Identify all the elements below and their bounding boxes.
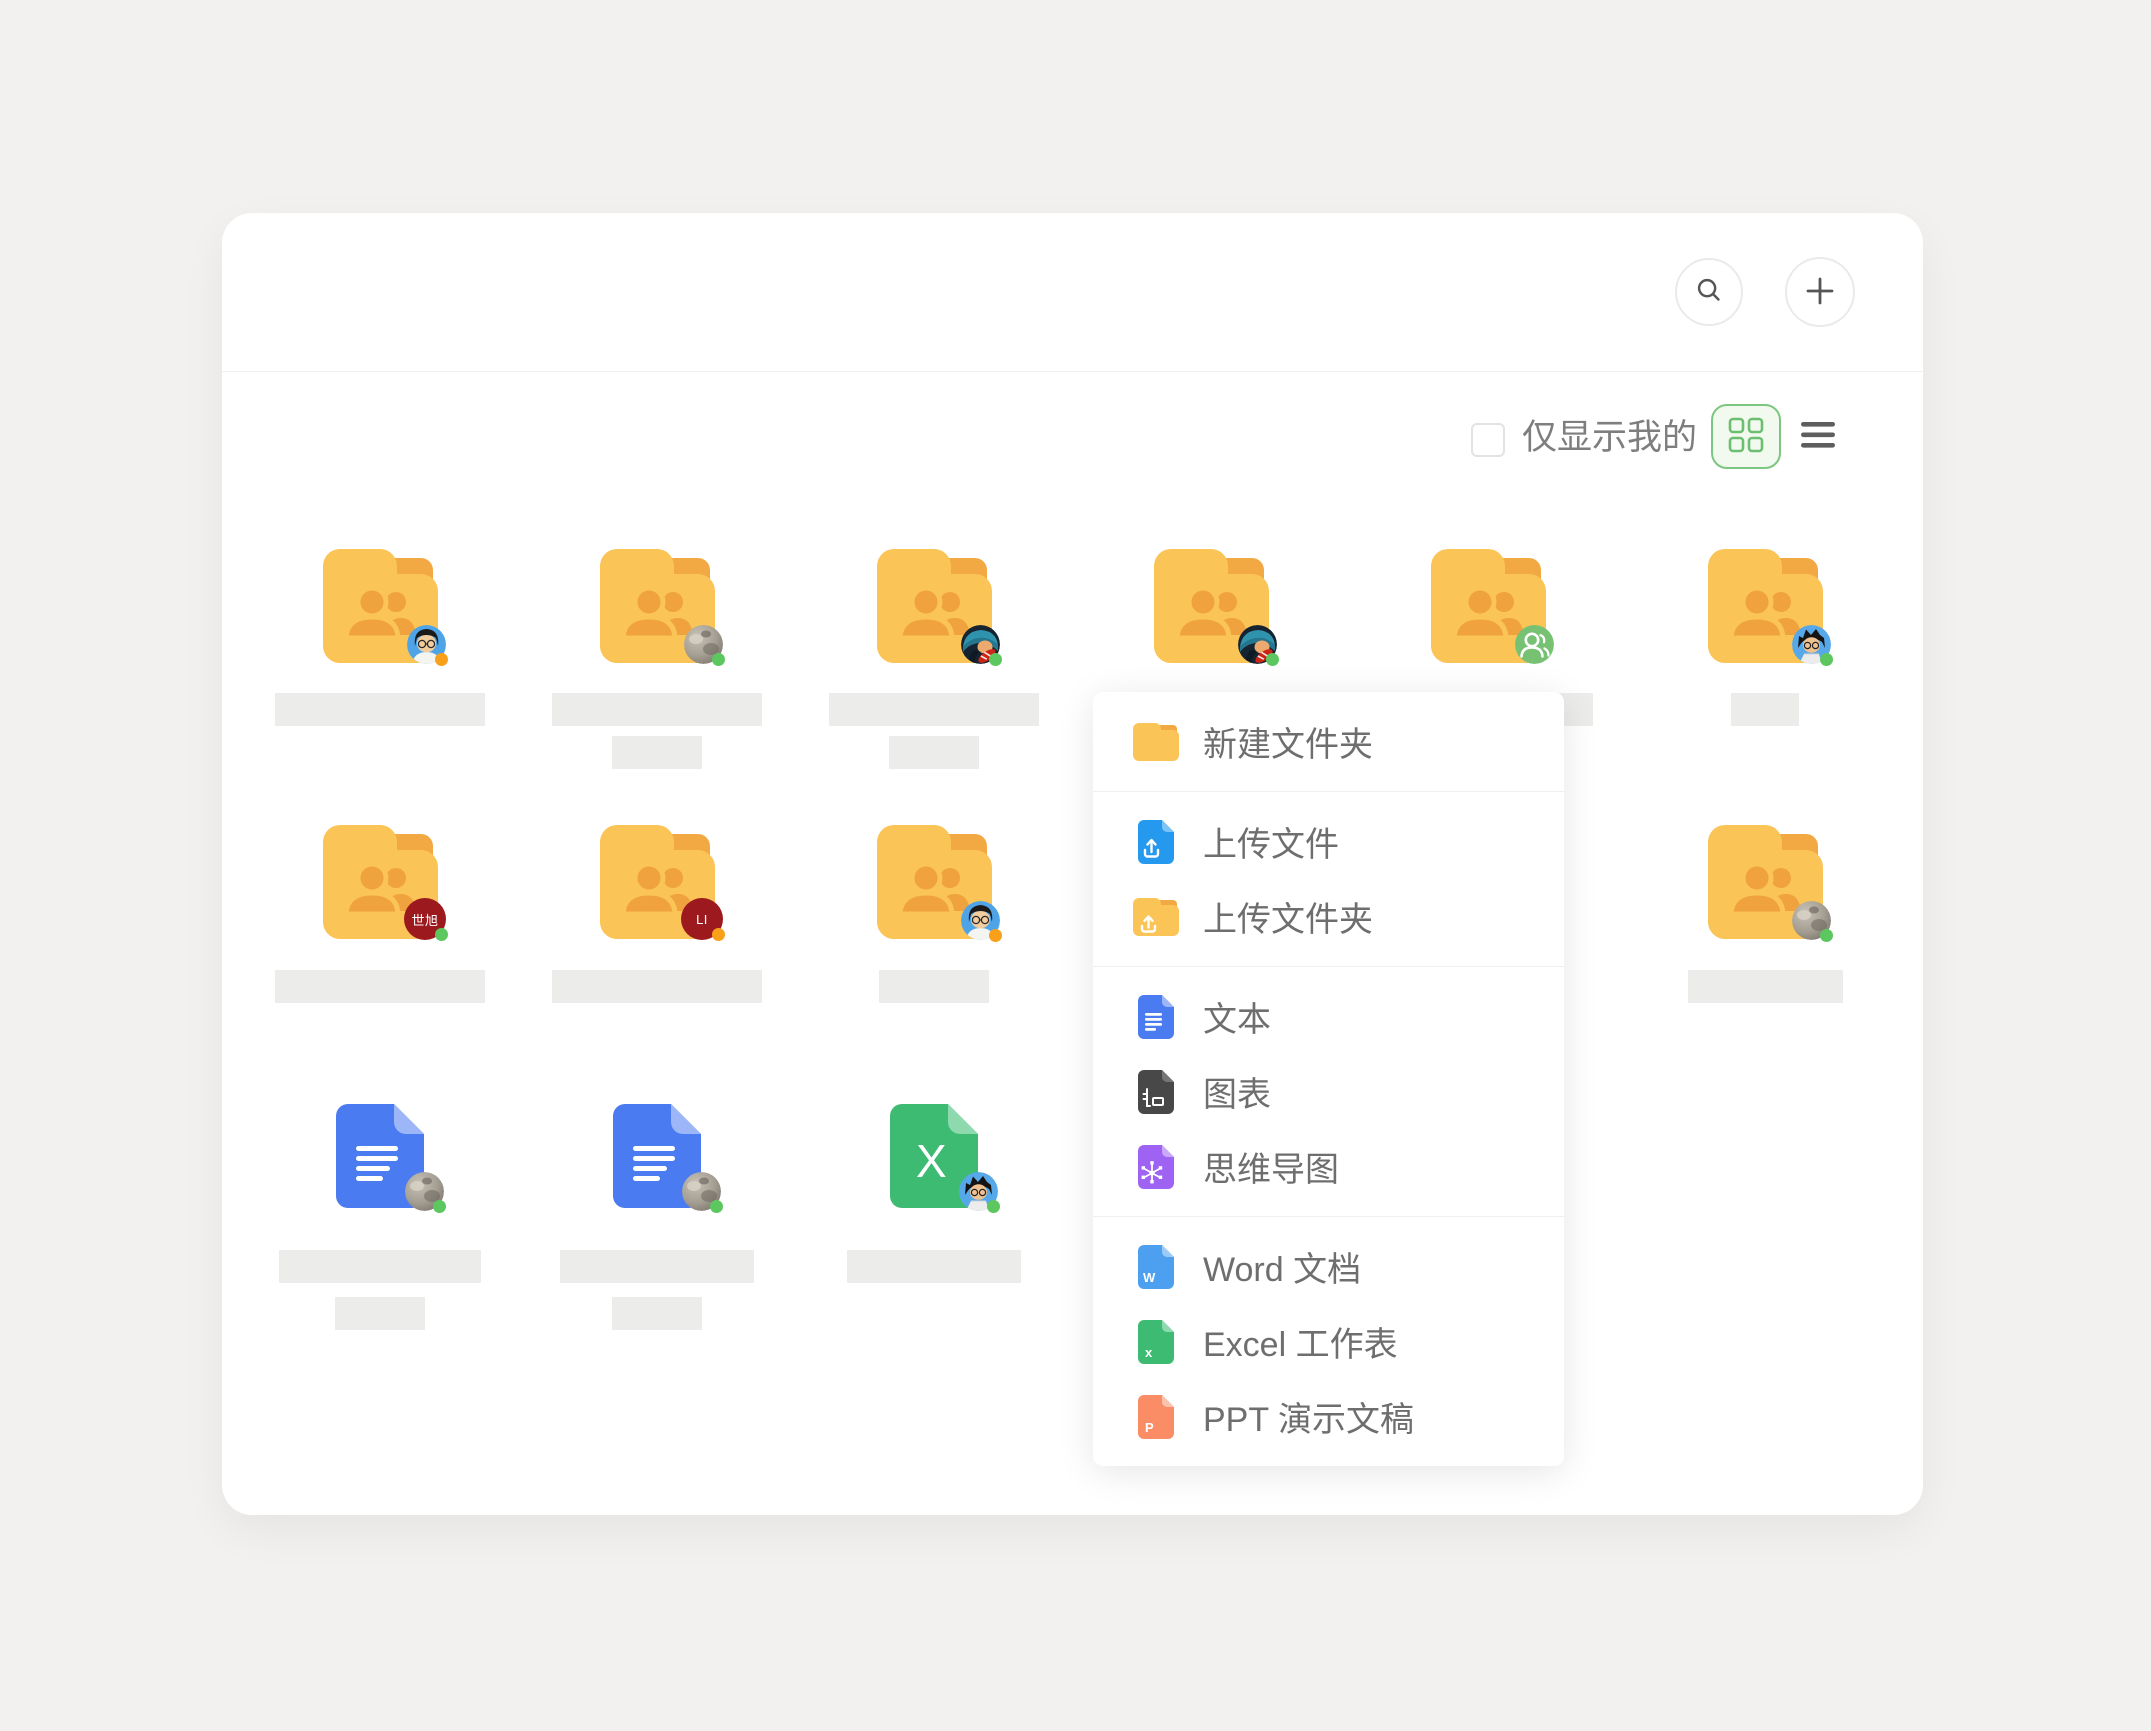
svg-text:W: W: [1143, 1270, 1156, 1285]
filename-skeleton: [1688, 970, 1843, 1003]
excel-doc-icon: x: [1133, 1320, 1179, 1364]
header: [222, 213, 1923, 372]
status-dot: [1820, 929, 1833, 942]
filename-skeleton: [279, 1250, 481, 1283]
upload-file-icon: [1133, 820, 1179, 864]
svg-text:X: X: [916, 1135, 947, 1187]
menu-item-excel-doc[interactable]: x Excel 工作表: [1093, 1304, 1564, 1379]
menu-item-text-doc[interactable]: 文本: [1093, 979, 1564, 1054]
folder-icon: [1133, 723, 1179, 761]
menu-item-label: Word 文档: [1203, 1242, 1361, 1291]
menu-item-mindmap-doc[interactable]: 思维导图: [1093, 1129, 1564, 1204]
text-doc-icon: [1133, 995, 1179, 1039]
status-dot: [433, 1200, 446, 1213]
filename-skeleton: [1731, 693, 1799, 726]
status-dot: [712, 928, 725, 941]
filename-skeleton: [612, 736, 702, 769]
filter-label: 仅显示我的: [1522, 419, 1697, 457]
filename-skeleton: [829, 693, 1039, 726]
menu-item-upload-folder[interactable]: 上传文件夹: [1093, 879, 1564, 954]
filename-skeleton: [612, 1297, 702, 1330]
menu-item-label: PPT 演示文稿: [1203, 1392, 1414, 1441]
ppt-doc-icon: P: [1133, 1395, 1179, 1439]
filename-skeleton: [847, 1250, 1021, 1283]
grid-view-button[interactable]: [1711, 404, 1781, 469]
menu-section: 上传文件 上传文件夹: [1093, 791, 1564, 966]
menu-item-folder[interactable]: 新建文件夹: [1093, 704, 1564, 779]
filename-skeleton: [889, 736, 979, 769]
svg-text:x: x: [1145, 1345, 1153, 1360]
add-button[interactable]: [1785, 257, 1855, 327]
status-dot: [989, 653, 1002, 666]
status-dot: [435, 928, 448, 941]
menu-item-label: 图表: [1203, 1067, 1271, 1116]
menu-item-label: 上传文件: [1203, 817, 1339, 866]
menu-item-word-doc[interactable]: W Word 文档: [1093, 1229, 1564, 1304]
menu-item-chart-doc[interactable]: 图表: [1093, 1054, 1564, 1129]
menu-section: 文本 图表 思维导图: [1093, 966, 1564, 1216]
menu-item-label: Excel 工作表: [1203, 1317, 1398, 1366]
upload-folder-icon: [1133, 898, 1179, 936]
chart-doc-icon: [1133, 1070, 1179, 1114]
menu-item-label: 上传文件夹: [1203, 892, 1373, 941]
status-dot: [710, 1200, 723, 1213]
menu-item-label: 新建文件夹: [1203, 717, 1373, 766]
group-badge: [1515, 625, 1554, 664]
status-dot: [435, 653, 448, 666]
list-view-icon: [1801, 420, 1835, 453]
filename-skeleton: [879, 970, 989, 1003]
filename-skeleton: [275, 970, 485, 1003]
search-icon: [1692, 274, 1726, 311]
filename-skeleton: [552, 970, 762, 1003]
filename-skeleton: [335, 1297, 425, 1330]
status-dot: [989, 929, 1002, 942]
filename-skeleton: [560, 1250, 754, 1283]
menu-item-upload-file[interactable]: 上传文件: [1093, 804, 1564, 879]
menu-section: W Word 文档 x Excel 工作表 P PPT 演示文稿: [1093, 1216, 1564, 1466]
search-button[interactable]: [1675, 258, 1743, 326]
list-view-button[interactable]: [1799, 417, 1837, 455]
menu-item-label: 文本: [1203, 992, 1271, 1041]
page-background: 仅显示我的: [0, 0, 2151, 1731]
filename-skeleton: [275, 693, 485, 726]
status-dot: [712, 653, 725, 666]
status-dot: [1266, 653, 1279, 666]
plus-icon: [1802, 273, 1838, 312]
svg-text:P: P: [1145, 1420, 1154, 1435]
create-menu: 新建文件夹 上传文件 上传文件夹 文本 图表 思维导图 W Word 文档 x Ex…: [1093, 692, 1564, 1466]
grid-view-icon: [1726, 415, 1766, 458]
word-doc-icon: W: [1133, 1245, 1179, 1289]
menu-item-ppt-doc[interactable]: P PPT 演示文稿: [1093, 1379, 1564, 1454]
status-dot: [987, 1200, 1000, 1213]
filter-checkbox[interactable]: [1471, 423, 1505, 457]
menu-item-label: 思维导图: [1203, 1142, 1339, 1191]
status-dot: [1820, 653, 1833, 666]
menu-section: 新建文件夹: [1093, 692, 1564, 791]
app-card: 仅显示我的: [222, 213, 1923, 1515]
mindmap-doc-icon: [1133, 1145, 1179, 1189]
filename-skeleton: [552, 693, 762, 726]
